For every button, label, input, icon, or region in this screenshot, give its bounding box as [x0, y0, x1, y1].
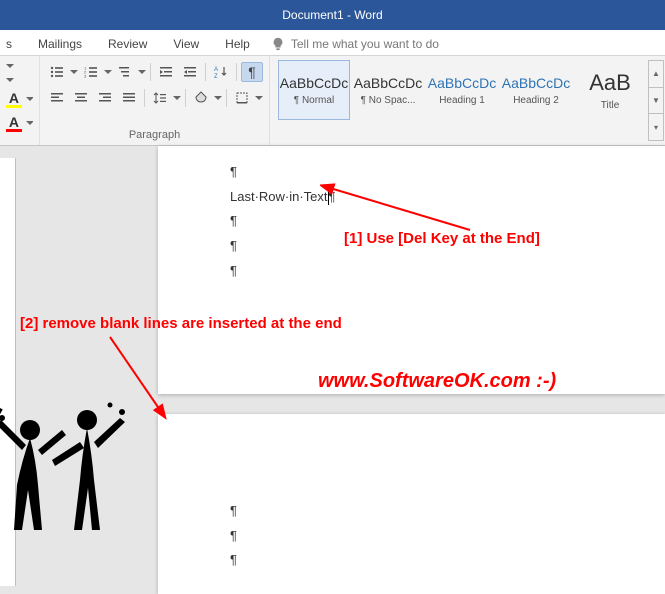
styles-scroll-up[interactable]: ▲ [649, 61, 663, 88]
decrease-indent-button[interactable] [155, 62, 177, 82]
page-2[interactable]: ¶ ¶ ¶ [158, 414, 665, 594]
annotation-2: [2] remove blank lines are inserted at t… [20, 315, 342, 332]
style-name: ¶ Normal [294, 95, 334, 106]
paragraph-group-label: Paragraph [46, 127, 263, 145]
titlebar: Document1 - Word [0, 0, 665, 30]
shading-button[interactable] [190, 88, 212, 108]
style-preview: AaBbCcDc [502, 75, 570, 91]
borders-button[interactable] [231, 88, 253, 108]
style-name: Heading 1 [439, 95, 485, 106]
style-preview: AaBbCcDc [428, 75, 496, 91]
style-preview: AaBbCcDc [354, 75, 422, 91]
styles-scroll-down[interactable]: ▼ [649, 88, 663, 115]
caret-down-icon[interactable] [255, 94, 263, 102]
align-center-button[interactable] [70, 88, 92, 108]
style-heading2[interactable]: AaBbCcDc Heading 2 [500, 60, 572, 120]
paragraph-mark: ¶ [230, 499, 661, 524]
align-left-button[interactable] [46, 88, 68, 108]
paragraph-mark: ¶ [230, 160, 661, 185]
style-heading1[interactable]: AaBbCcDc Heading 1 [426, 60, 498, 120]
line-spacing-button[interactable] [149, 88, 171, 108]
style-name: ¶ No Spac... [361, 95, 416, 106]
caret-down-icon[interactable] [26, 119, 33, 127]
paragraph-mark: ¶ [230, 259, 661, 284]
justify-button[interactable] [118, 88, 140, 108]
font-group-partial: A A [0, 56, 40, 145]
style-title[interactable]: AaB Title [574, 60, 646, 120]
style-name: Heading 2 [513, 95, 559, 106]
styles-scroll: ▲ ▼ ▾ [648, 60, 664, 141]
tab-mailings[interactable]: Mailings [25, 33, 95, 55]
increase-indent-button[interactable] [179, 62, 201, 82]
ribbon-content: A A 123 AZ ¶ [0, 56, 665, 146]
paragraph-mark: ¶ [230, 524, 661, 549]
decorative-figures [0, 400, 132, 560]
caret-down-icon[interactable] [173, 94, 181, 102]
page-1[interactable]: ¶ Last·Row·in·Text¶ ¶ ¶ ¶ [158, 146, 665, 394]
style-name: Title [601, 100, 620, 111]
paragraph-group: 123 AZ ¶ [40, 56, 270, 145]
bullets-button[interactable] [46, 62, 68, 82]
page-content[interactable]: ¶ Last·Row·in·Text¶ ¶ ¶ ¶ [158, 146, 665, 287]
svg-text:A: A [214, 67, 218, 73]
styles-expand[interactable]: ▾ [649, 114, 663, 140]
caret-down-icon[interactable] [214, 94, 222, 102]
caret-down-icon[interactable] [6, 62, 14, 70]
caret-down-icon[interactable] [70, 68, 78, 76]
ribbon-tabs: s Mailings Review View Help Tell me what… [0, 30, 665, 56]
tab-view[interactable]: View [160, 33, 212, 55]
caret-down-icon[interactable] [26, 95, 33, 103]
lightbulb-icon [271, 37, 285, 51]
svg-text:Z: Z [214, 74, 218, 79]
style-no-spacing[interactable]: AaBbCcDc ¶ No Spac... [352, 60, 424, 120]
tab-review[interactable]: Review [95, 33, 160, 55]
window-title: Document1 - Word [282, 8, 382, 22]
tab-references-partial[interactable]: s [2, 33, 25, 55]
multilevel-list-button[interactable] [114, 62, 136, 82]
svg-text:3: 3 [84, 74, 87, 79]
align-right-button[interactable] [94, 88, 116, 108]
caret-down-icon[interactable] [6, 76, 14, 84]
style-preview: AaBbCcDc [280, 75, 348, 91]
highlight-color-icon[interactable]: A [6, 90, 22, 108]
styles-group: AaBbCcDc ¶ Normal AaBbCcDc ¶ No Spac... … [270, 56, 665, 145]
tell-me-search[interactable]: Tell me what you want to do [263, 33, 447, 55]
paragraph-mark: ¶ [230, 548, 661, 573]
annotation-url: www.SoftwareOK.com :-) [318, 370, 556, 393]
show-hide-button[interactable]: ¶ [241, 62, 263, 82]
caret-down-icon[interactable] [138, 68, 146, 76]
numbering-button[interactable]: 123 [80, 62, 102, 82]
style-preview: AaB [589, 70, 631, 96]
tab-help[interactable]: Help [212, 33, 263, 55]
caret-down-icon[interactable] [104, 68, 112, 76]
sort-button[interactable]: AZ [210, 62, 232, 82]
font-color-icon[interactable]: A [6, 114, 22, 132]
annotation-1: [1] Use [Del Key at the End] [344, 230, 540, 247]
tell-me-placeholder: Tell me what you want to do [291, 37, 439, 51]
text-line: Last·Row·in·Text¶ [230, 185, 661, 210]
style-normal[interactable]: AaBbCcDc ¶ Normal [278, 60, 350, 120]
page-content[interactable]: ¶ ¶ ¶ [158, 414, 665, 577]
